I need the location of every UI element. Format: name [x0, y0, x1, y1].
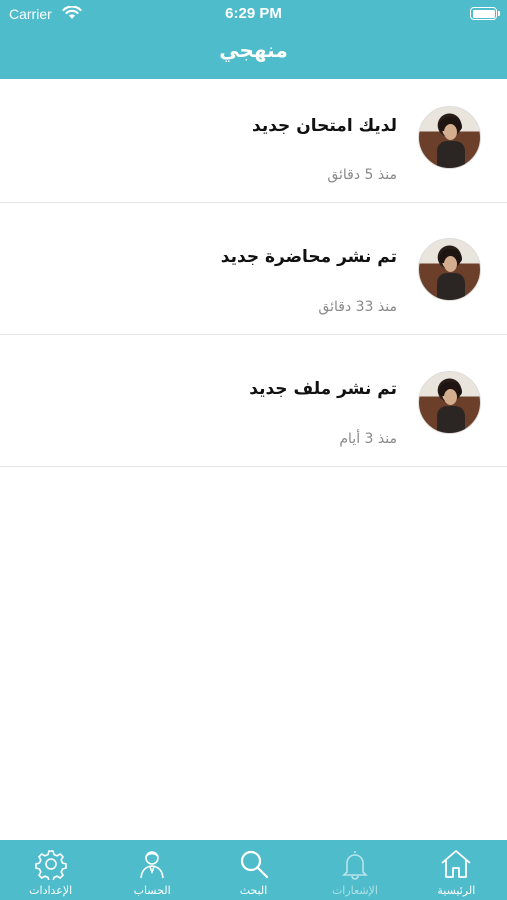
avatar [418, 106, 481, 169]
list-item[interactable]: لديك امتحان جديد منذ 5 دقائق [0, 79, 507, 203]
notification-time: منذ 33 دقائق [318, 299, 397, 315]
list-item[interactable]: تم نشر محاضرة جديد منذ 33 دقائق [0, 203, 507, 335]
tab-search[interactable]: البحث [203, 840, 304, 900]
tab-label: الإشعارات [331, 884, 378, 897]
tab-bar: الإعدادات الحساب البحث الإشعارات الرئيسي… [0, 840, 507, 900]
notification-time: منذ 5 دقائق [327, 167, 397, 183]
tab-label: الرئيسية [437, 884, 476, 897]
search-icon [240, 850, 268, 879]
battery-icon [470, 7, 500, 20]
avatar [418, 371, 481, 434]
tab-label: الحساب [133, 884, 171, 897]
notification-title: لديك امتحان جديد [252, 116, 397, 136]
page-title: منهجي [219, 38, 288, 62]
tab-account[interactable]: الحساب [101, 840, 202, 900]
avatar [418, 238, 481, 301]
tab-label: البحث [239, 884, 268, 897]
person-icon [140, 851, 164, 879]
tab-settings[interactable]: الإعدادات [0, 840, 101, 900]
tab-label: الإعدادات [29, 884, 73, 897]
bell-icon [341, 851, 368, 880]
notification-time: منذ 3 أيام [339, 431, 397, 447]
status-time: 6:29 PM [225, 5, 282, 22]
status-bar: Carrier 6:29 PM [0, 0, 507, 28]
gear-icon [34, 850, 67, 880]
notification-list: لديك امتحان جديد منذ 5 دقائق تم نشر محاض… [0, 79, 507, 467]
tab-notifications[interactable]: الإشعارات [304, 840, 405, 900]
top-bar: Carrier 6:29 PM منهجي [0, 0, 507, 79]
home-icon [441, 850, 471, 878]
tab-home[interactable]: الرئيسية [406, 840, 507, 900]
list-item[interactable]: تم نشر ملف جديد منذ 3 أيام [0, 335, 507, 467]
notification-title: تم نشر ملف جديد [249, 379, 397, 399]
notification-title: تم نشر محاضرة جديد [220, 247, 397, 267]
